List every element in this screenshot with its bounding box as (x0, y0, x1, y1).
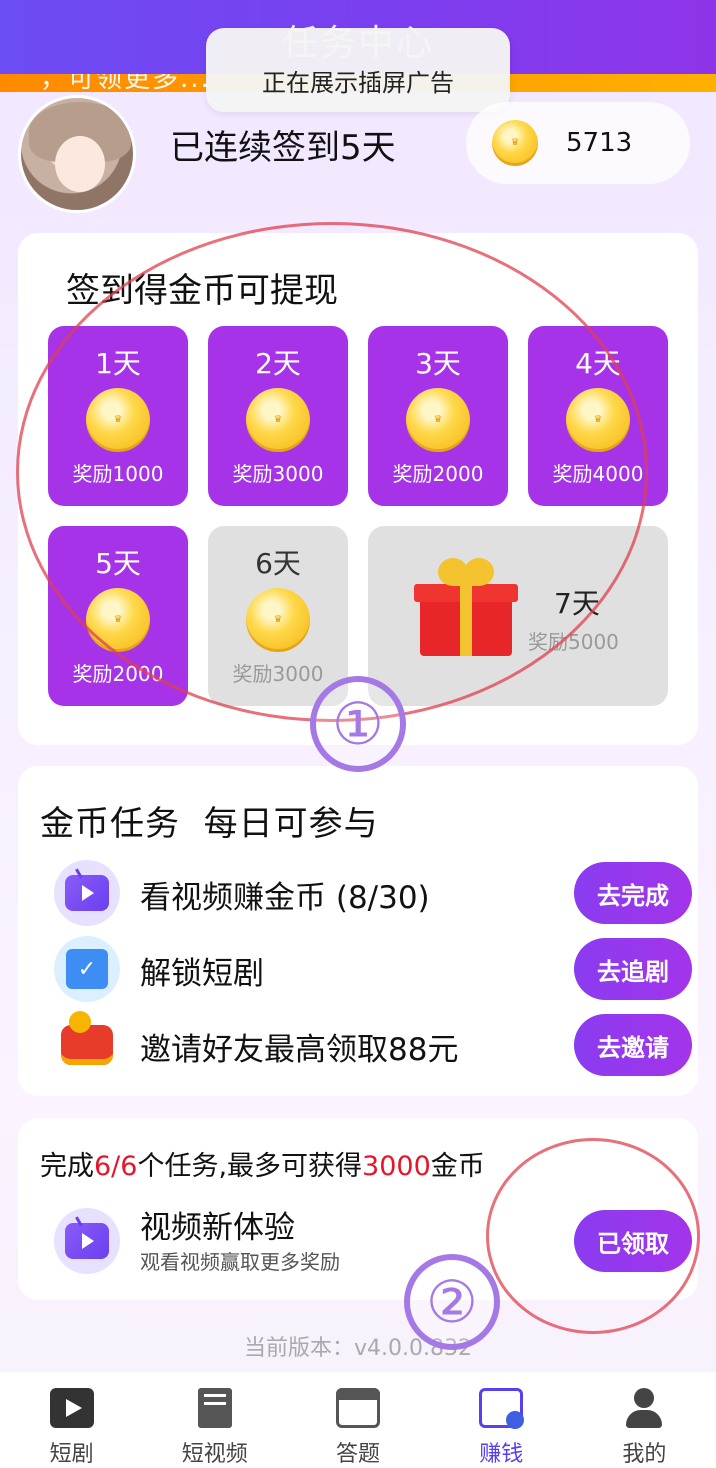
nav-item-drama[interactable]: 短剧 (0, 1372, 143, 1468)
wallet-icon (54, 1011, 120, 1078)
avatar[interactable] (18, 95, 136, 213)
nav-label: 我的 (622, 1442, 667, 1467)
coin-balance[interactable]: ♛ 5713 (466, 102, 690, 184)
coin-tasks-card: 金币任务 每日可参与 看视频赚金币 (8/30) 去完成 解锁短剧 去追剧 邀请… (18, 766, 698, 1096)
nav-item-quiz[interactable]: 答题 (286, 1372, 429, 1468)
annotation-number-1: ① (310, 676, 406, 772)
task-label: 看视频赚金币 (8/30) (140, 880, 430, 916)
task-complete-button[interactable]: 去完成 (574, 862, 692, 924)
bonus-item-subtitle: 观看视频赢取更多奖励 (140, 1250, 340, 1274)
task-row-unlock-drama: 解锁短剧 去追剧 (54, 936, 692, 1002)
bonus-title: 完成6/6个任务,最多可获得3000金币 (40, 1151, 485, 1182)
shop-icon (336, 1388, 380, 1428)
nav-label: 短视频 (181, 1442, 248, 1467)
coin-count: 5713 (566, 128, 633, 158)
annotation-circle-2 (486, 1138, 700, 1334)
nav-label: 赚钱 (479, 1442, 524, 1467)
play-icon (49, 1388, 94, 1428)
ad-toast: 正在展示插屏广告 (206, 28, 510, 112)
bonus-item-label: 视频新体验 (140, 1210, 295, 1246)
tv-icon (54, 860, 120, 926)
person-icon (622, 1388, 666, 1428)
task-label: 邀请好友最高领取88元 (140, 1032, 459, 1068)
annotation-circle-1 (16, 222, 648, 722)
signin-streak-text: 已连续签到5天 (170, 128, 396, 168)
book-icon (197, 1388, 232, 1428)
annotation-number-2: ② (404, 1254, 500, 1350)
task-row-invite: 邀请好友最高领取88元 去邀请 (54, 1011, 692, 1078)
coin-icon: ♛ (492, 120, 538, 166)
nav-item-short-video[interactable]: 短视频 (143, 1372, 286, 1468)
task-label: 解锁短剧 (140, 956, 264, 992)
nav-label: 短剧 (49, 1442, 94, 1467)
task-invite-button[interactable]: 去邀请 (574, 1014, 692, 1076)
tv-icon (54, 1208, 120, 1274)
nav-label: 答题 (336, 1442, 381, 1467)
calendar-check-icon (54, 936, 120, 1002)
nav-item-mine[interactable]: 我的 (573, 1372, 716, 1468)
version-text: 当前版本：v4.0.0.832 (244, 1336, 472, 1361)
bottom-nav: 短剧 短视频 答题 赚钱 我的 (0, 1372, 716, 1468)
nav-item-earn[interactable]: 赚钱 (430, 1372, 573, 1468)
calendar-icon (479, 1388, 525, 1429)
task-row-watch-video: 看视频赚金币 (8/30) 去完成 (54, 860, 692, 926)
task-watch-drama-button[interactable]: 去追剧 (574, 938, 692, 1000)
marquee-text: ，可领更多... (40, 74, 211, 92)
tasks-title: 金币任务 每日可参与 (40, 804, 379, 844)
